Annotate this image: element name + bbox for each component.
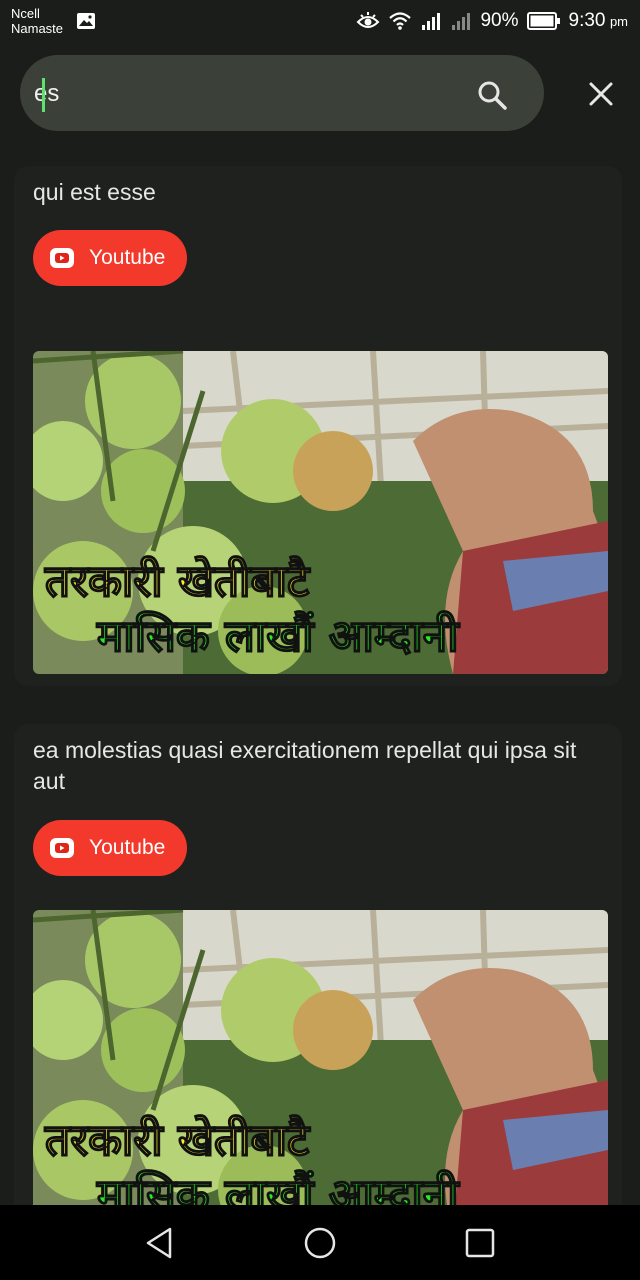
- carrier-line1: Ncell: [11, 6, 40, 21]
- carrier-name: Ncell Namaste: [11, 6, 63, 36]
- battery-percent: 90%: [480, 10, 519, 31]
- thumbnail-caption-1: तरकारी खेतीबाटै: [44, 1114, 311, 1166]
- result-title: qui est esse: [33, 179, 156, 205]
- status-bar: Ncell Namaste 90% 9:30 pm: [0, 0, 640, 44]
- clock-time: 9:30: [568, 10, 606, 31]
- status-icons: 90% 9:30 pm: [356, 8, 628, 34]
- signal-weak-icon: [452, 13, 471, 30]
- thumbnail-caption-1: तरकारी खेतीबाटै: [44, 555, 311, 607]
- recents-icon[interactable]: [462, 1225, 498, 1261]
- eye-icon: [357, 12, 380, 28]
- navigation-bar: [0, 1205, 640, 1280]
- result-title: ea molestias quasi exercitationem repell…: [33, 737, 577, 794]
- back-icon[interactable]: [142, 1225, 178, 1261]
- wifi-icon: [389, 12, 412, 30]
- youtube-icon: [50, 248, 74, 268]
- thumbnail-image: तरकारी खेतीबाटै मासिक लाखौं आम्दानी: [33, 910, 608, 1233]
- video-thumbnail[interactable]: तरकारी खेतीबाटै मासिक लाखौं आम्दानी: [33, 351, 608, 674]
- clock-ampm: pm: [609, 14, 628, 29]
- battery-icon: [526, 12, 560, 30]
- youtube-icon: [50, 838, 74, 858]
- search-icon[interactable]: [476, 79, 508, 111]
- thumbnail-caption-2: मासिक लाखौं आम्दानी: [96, 610, 460, 662]
- clock: 9:30 pm: [569, 10, 629, 32]
- search-bar: [20, 55, 544, 131]
- source-label: Youtube: [89, 246, 166, 269]
- youtube-chip[interactable]: Youtube: [33, 230, 188, 286]
- signal-icon: [422, 13, 441, 30]
- carrier-line2: Namaste: [11, 21, 64, 36]
- video-thumbnail[interactable]: तरकारी खेतीबाटै मासिक लाखौं आम्दानी: [33, 910, 608, 1233]
- home-icon[interactable]: [302, 1225, 338, 1261]
- text-cursor: [42, 78, 45, 112]
- gallery-icon: [77, 13, 95, 29]
- source-label: Youtube: [89, 836, 166, 859]
- search-input[interactable]: [32, 71, 466, 117]
- close-icon[interactable]: [586, 79, 616, 109]
- youtube-chip[interactable]: Youtube: [33, 820, 188, 876]
- result-card[interactable]: qui est esse Youtube तरकारी खेतीबाटै मास…: [14, 166, 622, 686]
- thumbnail-image: तरकारी खेतीबाटै मासिक लाखौं आम्दानी: [33, 351, 608, 674]
- result-card[interactable]: ea molestias quasi exercitationem repell…: [14, 724, 622, 1244]
